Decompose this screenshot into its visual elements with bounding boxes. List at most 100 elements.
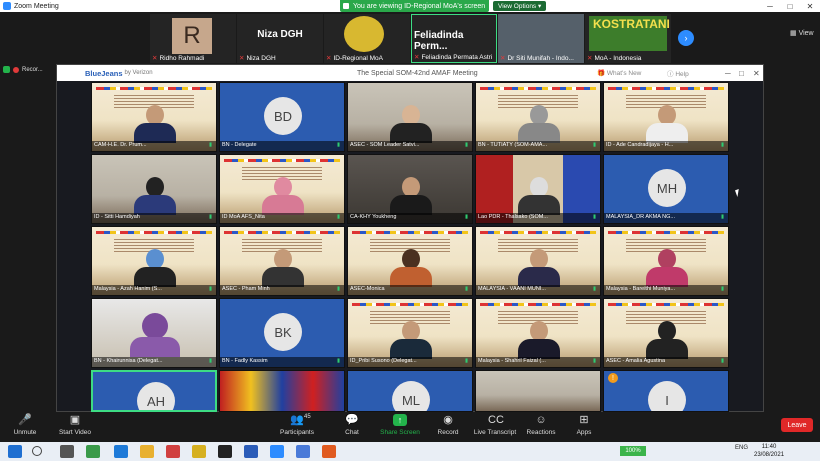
- video-tile[interactable]: ID - Ade Candradijaya - H... ▮: [603, 82, 729, 152]
- word-icon[interactable]: [244, 445, 258, 458]
- video-tile[interactable]: Lao PDR - Thalsako (SOM... ▮: [475, 154, 601, 224]
- tile-name: ID MoA AFS_Nita: [222, 214, 265, 220]
- leave-button[interactable]: Leave: [781, 418, 813, 432]
- tile-name: ASEC - Pham Minh: [222, 286, 270, 292]
- app-icon[interactable]: [218, 445, 232, 458]
- date: 23/08/2021: [754, 452, 785, 458]
- bj-maximize-icon[interactable]: □: [739, 69, 744, 78]
- next-page-icon[interactable]: ›: [678, 30, 694, 46]
- microphone-muted-icon: 🎤: [18, 414, 32, 426]
- video-tile[interactable]: ! I: [603, 370, 729, 412]
- record-icon: ◉: [443, 414, 453, 426]
- signal-icon: ▮: [208, 286, 212, 292]
- live-transcript-button[interactable]: CC Live Transcript: [473, 414, 517, 436]
- thumb-niza[interactable]: Niza DGH ✕ Niza DGH: [237, 14, 323, 63]
- participants-icon: 👥: [290, 414, 304, 426]
- signal-icon: ▮: [336, 142, 340, 148]
- chat-label: Chat: [345, 429, 359, 436]
- ministry-logo-icon: [344, 16, 384, 52]
- video-tile[interactable]: BN - Khairunnisa (Delegat... ▮: [91, 298, 217, 368]
- chrome-icon[interactable]: [86, 445, 100, 458]
- video-tile[interactable]: [475, 370, 601, 412]
- video-tile-active[interactable]: AH: [91, 370, 217, 412]
- participants-button[interactable]: 👥 45 Participants: [278, 414, 316, 436]
- video-tile[interactable]: ASEC-Monica ▮: [347, 226, 473, 296]
- video-tile[interactable]: MH MALAYSIA_DR AKMA NG... ▮: [603, 154, 729, 224]
- signal-icon: ▮: [336, 358, 340, 364]
- start-video-button[interactable]: ▣ Start Video: [56, 414, 94, 436]
- battery-indicator[interactable]: 100%: [620, 446, 646, 456]
- tile-name: MALAYSIA_DR AKMA NG...: [606, 214, 675, 220]
- share-indicator-icon: [343, 3, 349, 9]
- video-tile[interactable]: ASEC - SOM Leader Satvi... ▮: [347, 82, 473, 152]
- video-tile[interactable]: [219, 370, 345, 412]
- video-tile[interactable]: ID - Sitti Hamdiyah ▮: [91, 154, 217, 224]
- help-link[interactable]: ⓘ Help: [667, 68, 689, 78]
- video-tile[interactable]: Malaysia - Shahril Faizal (... ▮: [475, 298, 601, 368]
- video-tile[interactable]: ID MoA AFS_Nita ▮: [219, 154, 345, 224]
- chat-button[interactable]: 💬 Chat: [340, 414, 364, 436]
- app-icon[interactable]: [166, 445, 180, 458]
- view-button[interactable]: ▦ View: [790, 29, 814, 37]
- search-icon[interactable]: [32, 446, 42, 456]
- avatar: R: [172, 18, 212, 54]
- video-tile[interactable]: CA-KHY Youkheng ▮: [347, 154, 473, 224]
- share-screen-button[interactable]: ↑ Share Screen: [380, 414, 420, 436]
- tile-name: Malaysia - Azah Hanim (S...: [94, 286, 162, 292]
- signal-icon: ▮: [464, 286, 468, 292]
- thumb-id-regional[interactable]: ✕ ID-Regional MoA: [324, 14, 410, 63]
- video-tile[interactable]: ML: [347, 370, 473, 412]
- video-tile[interactable]: CAM-H.E. Dr. Prum... ▮: [91, 82, 217, 152]
- bj-minimize-icon[interactable]: ─: [725, 69, 731, 78]
- task-view-icon[interactable]: [60, 445, 74, 458]
- edge-icon[interactable]: [114, 445, 128, 458]
- whats-new-label: What's New: [606, 70, 642, 77]
- signal-icon: ▮: [464, 214, 468, 220]
- clock[interactable]: 11:40 23/08/2021: [754, 443, 784, 459]
- thumb-siti-munifah[interactable]: ✕ Dr Siti Munifah - Indo...: [498, 14, 584, 63]
- bluejeans-brand: BlueJeans: [85, 68, 123, 78]
- unmute-button[interactable]: 🎤 Unmute: [10, 414, 40, 436]
- video-tile[interactable]: Malaysia - Azah Hanim (S... ▮: [91, 226, 217, 296]
- transcript-label: Live Transcript: [473, 429, 517, 436]
- video-tile[interactable]: ID_Pribi Susono (Delegat... ▮: [347, 298, 473, 368]
- bluejeans-taskbar-icon[interactable]: [296, 445, 310, 458]
- tile-name: Malaysia - Bareithi Muniya...: [606, 286, 676, 292]
- whats-new-link[interactable]: 🎁 What's New: [597, 69, 641, 77]
- signal-icon: ▮: [720, 142, 724, 148]
- share-screen-icon: ↑: [393, 414, 407, 426]
- file-explorer-icon[interactable]: [140, 445, 154, 458]
- maximize-icon[interactable]: □: [780, 2, 800, 11]
- signal-icon: ▮: [336, 286, 340, 292]
- thumb-name: Ridho Rahmadi: [159, 55, 205, 62]
- video-tile[interactable]: BK BN - Fadly Kassim ▮: [219, 298, 345, 368]
- thumb-moa-indonesia[interactable]: KOSTRATANI ✕ MoA - Indonesia: [585, 14, 671, 63]
- sticky-notes-icon[interactable]: [192, 445, 206, 458]
- view-label: View: [798, 30, 814, 37]
- video-tile[interactable]: ASEC - Amalia Agustina ▮: [603, 298, 729, 368]
- help-label: Help: [675, 71, 689, 78]
- video-tile[interactable]: MALAYSIA - VAANI MUNI... ▮: [475, 226, 601, 296]
- powerpoint-icon[interactable]: [322, 445, 336, 458]
- language-indicator[interactable]: ENG: [735, 445, 748, 451]
- thumb-ridho[interactable]: R ✕ Ridho Rahmadi: [150, 14, 236, 63]
- reactions-button[interactable]: ☺ Reactions: [526, 414, 556, 436]
- unmute-label: Unmute: [13, 429, 37, 436]
- view-options-button[interactable]: View Options ▾: [493, 1, 547, 11]
- apps-button[interactable]: ⊞ Apps: [574, 414, 594, 436]
- video-tile[interactable]: ASEC - Pham Minh ▮: [219, 226, 345, 296]
- avatar: BK: [264, 313, 302, 351]
- bj-close-icon[interactable]: ✕: [753, 69, 760, 78]
- participants-count: 45: [304, 414, 311, 420]
- close-icon[interactable]: ✕: [800, 2, 820, 11]
- video-tile[interactable]: Malaysia - Bareithi Muniya... ▮: [603, 226, 729, 296]
- signal-icon: ▮: [464, 358, 468, 364]
- record-button[interactable]: ◉ Record: [436, 414, 460, 436]
- video-tile[interactable]: BD BN - Delegate ▮: [219, 82, 345, 152]
- thumb-feliadinda[interactable]: Feliadinda Perm... ✕ Feliadinda Permata A…: [411, 14, 497, 63]
- recording-indicator[interactable]: Recor...: [3, 66, 43, 73]
- zoom-taskbar-icon[interactable]: [270, 445, 284, 458]
- video-tile[interactable]: BN - TUTIATY (SOM-AMA... ▮: [475, 82, 601, 152]
- minimize-icon[interactable]: ─: [760, 2, 780, 11]
- windows-start-icon[interactable]: [8, 445, 22, 458]
